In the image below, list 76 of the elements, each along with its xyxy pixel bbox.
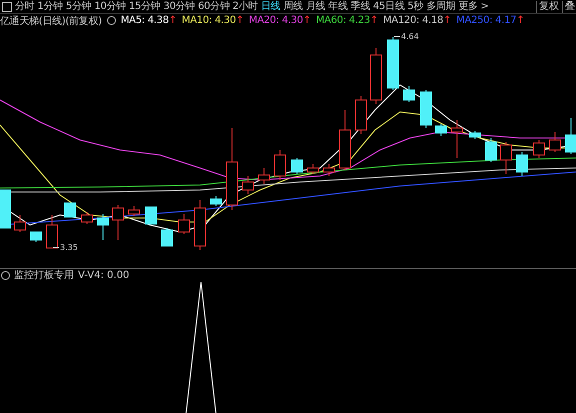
candlestick [420,90,432,128]
period-tab[interactable]: 季线 [350,0,370,12]
candlestick [194,200,206,250]
candlestick [128,206,140,216]
period-tab[interactable]: 60分钟 [198,0,230,12]
moving-average-label: MA250: 4.17 [456,15,516,26]
price-value: 4.64 [401,32,419,41]
candlestick [112,204,124,240]
candlestick [97,214,109,240]
trend-arrow: ↑ [370,15,378,26]
toolbar-button[interactable]: 叠 [562,0,575,12]
candlestick [178,214,190,234]
price-value: 3.35 [60,243,78,252]
period-tab[interactable]: 45日线 [372,0,404,12]
period-tab[interactable]: 1分钟 [37,0,63,12]
candlestick [258,168,270,184]
candlestick [307,164,319,174]
candlestick [81,212,93,224]
period-tab[interactable]: 分时 [15,0,34,12]
candlestick [549,132,561,152]
period-tab[interactable]: 5分钟 [66,0,92,12]
candlestick [0,190,11,228]
moving-average-label: MA5: 4.38 [120,15,169,26]
trend-arrow: ↑ [443,15,452,26]
candlestick [291,158,303,174]
trend-arrow: ↑ [168,15,177,26]
moving-average-label: MA60: 4.23 [316,15,370,26]
leader-line [53,247,59,248]
candlestick [500,142,512,174]
candlestick [274,150,286,180]
moving-average-label: MA120: 4.18 [383,15,444,26]
period-tab[interactable]: 30分钟 [163,0,195,12]
menu-icon[interactable] [2,2,12,12]
candlestick [387,36,399,90]
period-tab[interactable]: 日线 [260,0,280,12]
candlestick [533,140,545,158]
candlestick [210,196,222,206]
period-tab[interactable]: 多周期 [426,0,456,12]
period-tab[interactable]: 月线 [306,0,326,12]
period-tab[interactable]: 5秒 [408,0,424,12]
settings-icon[interactable] [106,16,116,25]
candlestick [565,118,576,154]
indicator-value: V-V4: 0.00 [78,270,130,280]
candlestick [485,138,497,162]
moving-average-label: MA20: 4.30 [248,15,303,26]
candlestick [370,48,382,104]
candlestick [355,96,367,134]
candlestick [242,176,254,194]
leader-line [394,36,400,38]
period-tab[interactable]: 年线 [328,0,348,12]
candlestick [30,232,42,242]
trend-arrow: ↑ [302,15,311,26]
candlestick [323,164,335,176]
trend-arrow: ↑ [236,15,244,26]
indicator-title: 监控打板专用 [14,268,74,282]
candlestick [451,120,463,158]
trend-arrow: ↑ [516,15,524,26]
period-tab[interactable]: 2小时 [232,0,258,12]
period-tab[interactable]: 周线 [283,0,303,12]
candlestick [14,214,26,232]
candlestick [435,124,447,136]
candlestick [339,110,351,170]
candlestick [161,228,173,246]
toolbar-button[interactable]: 复权 [536,0,559,12]
period-tab[interactable]: 10分钟 [94,0,126,12]
period-tab[interactable]: 更多 > [458,0,489,12]
candlestick [46,214,58,248]
candlestick [403,86,415,102]
candlestick [516,152,528,176]
candlestick [145,206,157,224]
candlestick [469,130,481,140]
settings-icon[interactable] [1,270,10,280]
period-tab[interactable]: 15分钟 [128,0,160,12]
candlestick [64,202,76,218]
chart-title: 亿通天梯(日线)(前复权) [0,14,102,28]
moving-average-label: MA10: 4.30 [182,15,236,26]
